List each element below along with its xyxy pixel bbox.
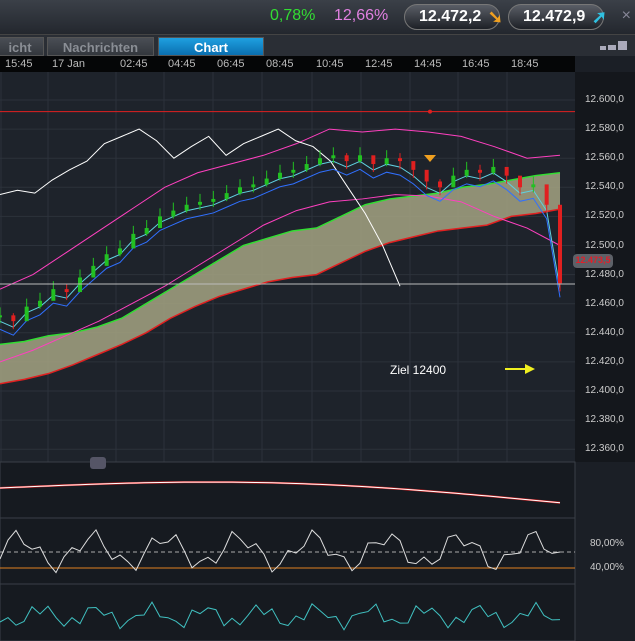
marker-dot [428,109,432,114]
price-chart[interactable] [0,56,635,641]
time-label: 16:45 [462,58,490,70]
ask-price: 12.472,9 [523,8,586,25]
price-label: 12.360,0 [585,443,624,455]
candle-body [398,158,402,162]
candle-body [91,265,96,278]
bid-button[interactable]: 12.472,2 ➘ [404,4,503,30]
time-label: 02:45 [120,58,148,70]
candle-body [11,315,16,322]
down-arrow-icon: ➘ [487,7,503,27]
bid-price: 12.472,2 [419,8,482,25]
tab-chart[interactable]: Chart [158,37,264,56]
time-label: 08:45 [266,58,294,70]
candle-body [131,233,136,249]
price-label: 12.460,0 [585,297,624,309]
candle-body [424,169,429,182]
tab-bar: icht Nachrichten Chart [0,34,635,56]
layout-large-icon[interactable] [618,41,627,50]
candle-body [371,155,376,165]
current-price-tag: 12.473,5 [573,254,613,268]
price-label: 12.600,0 [585,94,624,105]
candle-body [451,175,456,188]
candle-body [211,198,216,202]
up-arrow-icon: ➚ [591,7,607,27]
candle-body [358,155,362,162]
tab-overview[interactable]: icht [0,37,44,56]
candle-body [118,248,122,255]
candle-body [544,184,549,205]
time-label: 17 Jan [52,58,86,70]
candle-body [478,169,482,173]
candle-body [504,166,509,176]
candle-body [251,184,256,188]
candle-body [304,164,309,170]
price-label: 12.420,0 [585,355,624,367]
price-label: 12.380,0 [585,414,624,426]
layout-medium-icon[interactable] [608,45,616,50]
candle-body [198,201,202,205]
time-label: 14:45 [414,58,442,70]
close-icon[interactable]: × [622,7,631,25]
price-label: 12.520,0 [585,210,624,222]
quote-header: 0,78% 12,66% 12.472,2 ➘ 12.472,9 ➚ × [0,0,635,34]
time-axis: 15:45 17 Jan 02:45 04:45 06:45 08:45 10:45 12:4… [0,56,575,72]
candle-body [344,155,349,162]
candle-body [464,169,469,176]
candle-body [558,204,562,284]
volatility-percent: 12,66% [334,7,389,24]
price-label: 12.440,0 [585,326,624,338]
candle-body [171,210,176,217]
time-label: 04:45 [168,58,196,70]
candle-body [38,300,42,307]
candle-body [318,158,322,165]
candle-body [158,216,162,229]
candle-body [518,175,522,188]
candle-body [0,315,2,318]
candle-body [144,228,149,234]
candle-body [264,178,269,185]
price-label: 12.540,0 [585,181,624,193]
candle-body [184,204,189,211]
price-label: 12.480,0 [585,268,624,280]
price-label: 12.560,0 [585,152,624,164]
time-label: 18:45 [511,58,539,70]
osc-level-40: 40,00% [590,562,624,573]
time-label: 10:45 [316,58,344,70]
panel-resize-handle [90,457,106,469]
candle-body [238,187,242,194]
candle-body [104,254,109,266]
candle-body [291,169,296,173]
indicator-panel [0,583,576,641]
candle-body [491,166,496,173]
ask-button[interactable]: 12.472,9 ➚ [508,4,607,30]
candle-body [331,155,336,159]
tab-news[interactable]: Nachrichten [47,37,154,56]
candle-body [78,277,82,293]
candle-body [384,158,389,165]
candle-body [224,193,229,199]
candle-body [438,181,442,188]
indicator-panel [0,461,576,519]
candle-body [64,289,69,293]
change-percent: 0,78% [270,7,316,24]
price-label: 12.500,0 [585,239,624,251]
target-annotation: Ziel 12400 [390,363,447,377]
time-label: 06:45 [217,58,245,70]
time-label: 15:45 [5,58,33,70]
layout-small-icon[interactable] [600,46,606,50]
osc-level-80: 80,00% [590,538,624,549]
price-label: 12.580,0 [585,123,624,135]
candle-body [24,306,29,322]
time-label: 12:45 [365,58,393,70]
candle-body [278,172,282,179]
candle-body [411,161,416,170]
candle-body [51,289,56,301]
candle-body [531,184,536,188]
price-label: 12.400,0 [585,385,624,396]
